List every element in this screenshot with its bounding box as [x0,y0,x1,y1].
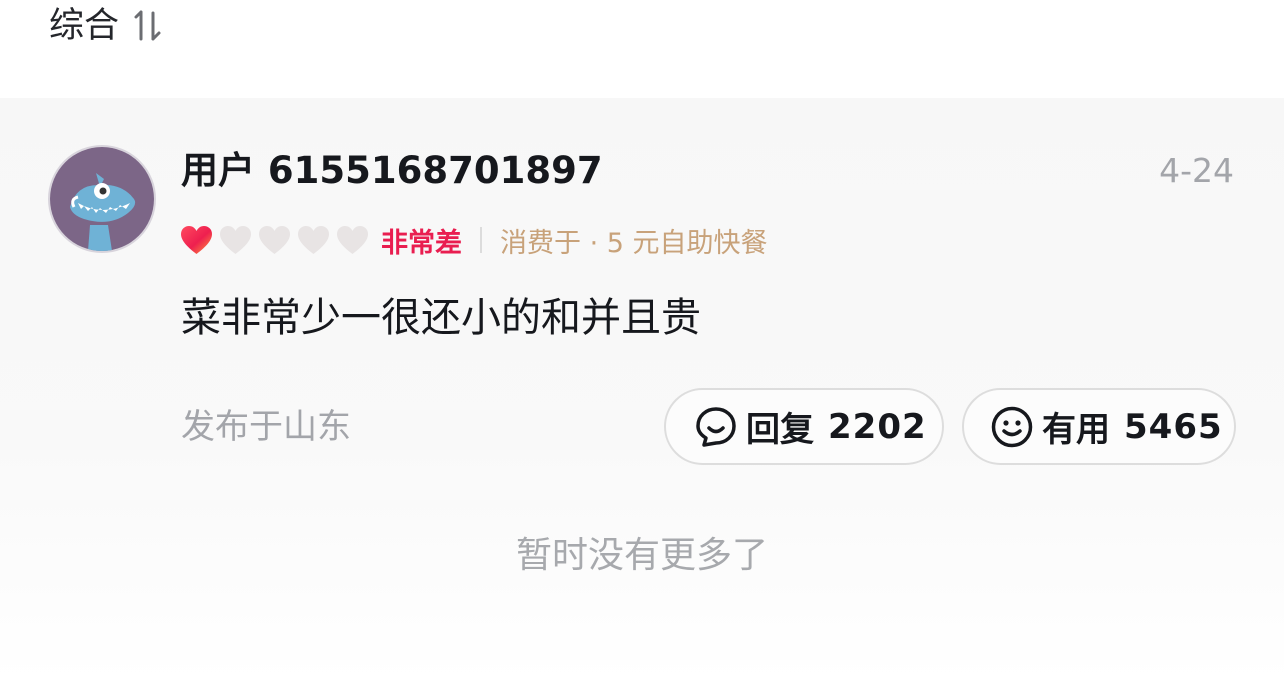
heart-empty-icon [337,226,368,254]
heart-empty-icon [259,226,290,254]
reply-count: 2202 [828,406,927,447]
useful-button[interactable]: 有用 5465 [962,388,1236,465]
page: 综合 用户 6155168701897 4-24 非常差 消费于 · 5 元自助… [0,0,1284,683]
useful-label: 有用 [1042,410,1110,450]
heart-empty-icon [298,226,329,254]
reply-label: 回复 [746,410,814,450]
no-more-text: 暂时没有更多了 [515,535,768,576]
divider [480,227,482,253]
avatar[interactable] [48,145,156,253]
sort-label[interactable]: 综合 [49,4,119,48]
chat-bubble-icon [696,406,736,447]
review-content: 菜非常少一很还小的和并且贵 [181,295,701,341]
heart-empty-icon [220,226,251,254]
review-date: 4-24 [1159,151,1234,190]
rating-row: 非常差 消费于 · 5 元自助快餐 [180,218,768,262]
rating-text: 非常差 [381,227,462,259]
smiley-icon [991,406,1033,447]
heart-filled-icon [181,226,212,254]
post-location: 发布于山东 [181,407,351,447]
consume-info[interactable]: 消费于 · 5 元自助快餐 [500,221,768,260]
username[interactable]: 用户 6155168701897 [181,146,603,196]
reply-button[interactable]: 回复 2202 [664,388,944,465]
sort-bar: 综合 [0,0,1284,98]
useful-count: 5465 [1124,406,1223,447]
monster-avatar-icon [50,147,154,251]
sort-arrows-icon[interactable] [133,8,167,44]
